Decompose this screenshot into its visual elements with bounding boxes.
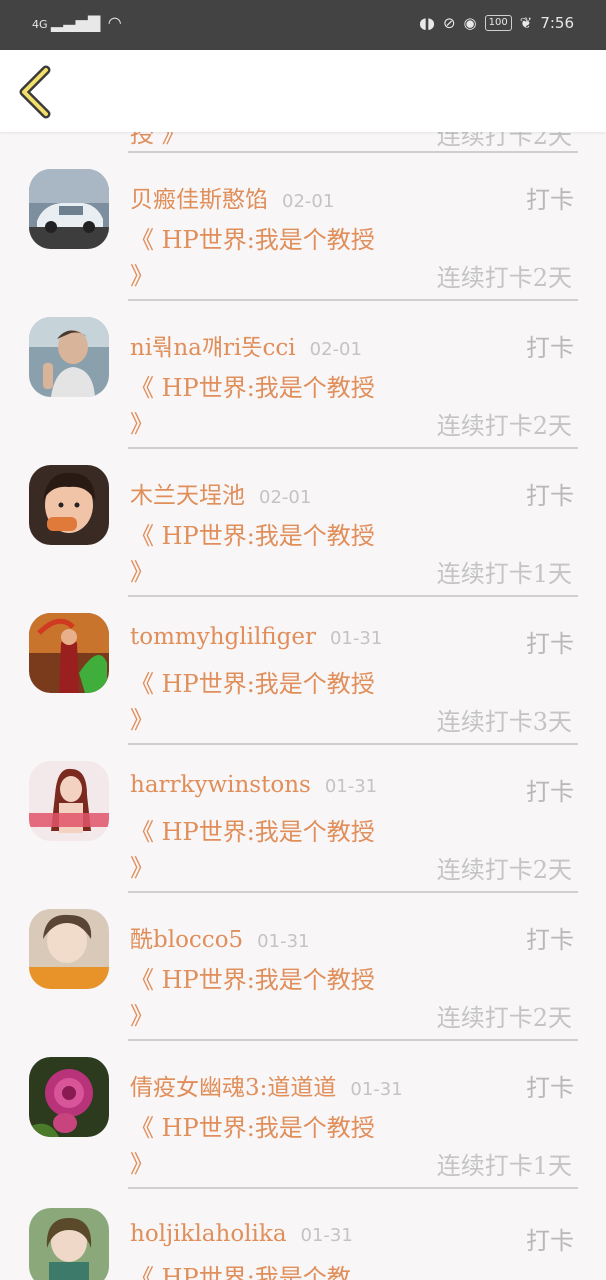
item-date: 02-01	[259, 487, 312, 508]
battery-icon: 100	[484, 15, 512, 31]
user-name-text: harrkywinstons	[130, 772, 311, 798]
avatar[interactable]	[29, 1208, 109, 1280]
item-streak: 连续打卡2天	[436, 856, 572, 884]
user-name-text: holjiklaholika	[130, 1221, 287, 1247]
checkin-button[interactable]: 打卡	[526, 476, 574, 511]
item-title[interactable]: 《 HP世界:我是个教授 》	[130, 962, 380, 1034]
item-title[interactable]: 《 HP世界:我是个教授 》	[130, 814, 380, 886]
item-title[interactable]: 《 HP世界:我是个教	[130, 1260, 430, 1280]
back-button[interactable]	[14, 64, 64, 120]
item-streak: 连续打卡1天	[436, 560, 572, 588]
list-item[interactable]: harrkywinstons 01-31 打卡 《 HP世界:我是个教授 》 连续…	[0, 744, 606, 893]
item-title[interactable]: 《 HP世界:我是个教授 》	[130, 370, 380, 442]
item-title[interactable]: 《 HP世界:我是个教授 》	[130, 666, 380, 738]
item-title[interactable]: 《 HP世界:我是个教授 》	[130, 222, 380, 294]
user-name-text: tommyhglilfiger	[130, 624, 316, 650]
user-name[interactable]: tommyhglilfiger 01-31	[130, 624, 382, 650]
top-nav-bar	[0, 50, 606, 132]
item-date: 01-31	[350, 1079, 403, 1100]
item-streak: 连续打卡2天	[436, 1004, 572, 1032]
user-name[interactable]: 酰blocco5 01-31	[130, 920, 309, 954]
headphone-icon: ◖◗	[419, 14, 435, 32]
item-date: 01-31	[324, 776, 378, 797]
user-name-text: 酰blocco5	[130, 927, 244, 953]
item-streak: 连续打卡2天	[436, 264, 572, 292]
item-date: 01-31	[329, 628, 383, 649]
network-type: 4G	[32, 18, 48, 31]
list-item[interactable]: 酰blocco5 01-31 打卡 《 HP世界:我是个教授 》 连续打卡2天	[0, 892, 606, 1041]
user-name-text: 木兰天埕池	[130, 483, 245, 509]
item-streak: 连续打卡3天	[436, 708, 572, 736]
avatar[interactable]	[29, 169, 109, 249]
avatar[interactable]	[29, 465, 109, 545]
avatar[interactable]	[29, 909, 109, 989]
avatar[interactable]	[29, 613, 109, 693]
item-date: 02-01	[282, 191, 335, 212]
avatar[interactable]	[29, 761, 109, 841]
checkin-button[interactable]: 打卡	[526, 1068, 574, 1103]
checkin-button[interactable]: 打卡	[526, 180, 574, 215]
user-name[interactable]: 贝瘢佳斯憨馅 02-01	[130, 180, 334, 214]
clock: 7:56	[540, 14, 574, 32]
user-name[interactable]: holjiklaholika 01-31	[130, 1221, 353, 1247]
network-indicator: 4G ▂▃▅▇ ◠	[32, 13, 122, 32]
checkin-list: 授 》 连续打卡2天 贝瘢佳斯憨馅 02-01 打卡 《 HP世界:我是个教授 》…	[0, 0, 606, 1280]
list-item[interactable]: holjiklaholika 01-31 打卡 《 HP世界:我是个教	[0, 1188, 606, 1280]
checkin-button[interactable]: 打卡	[526, 772, 574, 807]
item-streak: 连续打卡1天	[436, 1152, 572, 1180]
item-date: 02-01	[309, 339, 362, 360]
list-item[interactable]: tommyhglilfiger 01-31 打卡 《 HP世界:我是个教授 》 连…	[0, 596, 606, 745]
list-item[interactable]: ni뤆na꺠ri똣cci 02-01 打卡 《 HP世界:我是个教授 》 连续打卡…	[0, 300, 606, 449]
checkin-button[interactable]: 打卡	[526, 1221, 574, 1256]
item-streak: 连续打卡2天	[436, 412, 572, 440]
item-title[interactable]: 《 HP世界:我是个教授 》	[130, 1110, 380, 1182]
checkin-button[interactable]: 打卡	[526, 920, 574, 955]
list-item[interactable]: 木兰天埕池 02-01 打卡 《 HP世界:我是个教授 》 连续打卡1天	[0, 448, 606, 597]
user-name-text: ni뤆na꺠ri똣cci	[130, 335, 296, 361]
item-date: 01-31	[257, 931, 310, 952]
user-name[interactable]: 倩疫女幽魂3:道道道 01-31	[130, 1068, 403, 1102]
list-item[interactable]: 倩疫女幽魂3:道道道 01-31 打卡 《 HP世界:我是个教授 》 连续打卡1天	[0, 1040, 606, 1189]
user-name[interactable]: 木兰天埕池 02-01	[130, 476, 311, 510]
user-name-text: 贝瘢佳斯憨馅	[130, 187, 268, 213]
checkin-button[interactable]: 打卡	[526, 624, 574, 659]
avatar[interactable]	[29, 317, 109, 397]
chevron-left-icon	[19, 65, 51, 119]
user-name-text: 倩疫女幽魂3:道道道	[130, 1075, 337, 1101]
signal-icon: ▂▃▅▇	[51, 13, 101, 32]
avatar[interactable]	[29, 1057, 109, 1137]
user-name[interactable]: harrkywinstons 01-31	[130, 772, 377, 798]
data-saver-icon: ⊘	[442, 14, 456, 32]
list-item[interactable]: 贝瘢佳斯憨馅 02-01 打卡 《 HP世界:我是个教授 》 连续打卡2天	[0, 152, 606, 301]
item-title[interactable]: 《 HP世界:我是个教授 》	[130, 518, 380, 590]
checkin-button[interactable]: 打卡	[526, 328, 574, 363]
eye-icon: ◉	[463, 14, 477, 32]
leaf-icon: ❦	[519, 14, 533, 32]
status-bar: 4G ▂▃▅▇ ◠ ◖◗ ⊘ ◉ 100 ❦ 7:56	[0, 0, 606, 50]
user-name[interactable]: ni뤆na꺠ri똣cci 02-01	[130, 328, 362, 362]
status-right: ◖◗ ⊘ ◉ 100 ❦ 7:56	[419, 14, 574, 32]
item-date: 01-31	[300, 1225, 353, 1246]
wifi-icon: ◠	[107, 13, 122, 32]
